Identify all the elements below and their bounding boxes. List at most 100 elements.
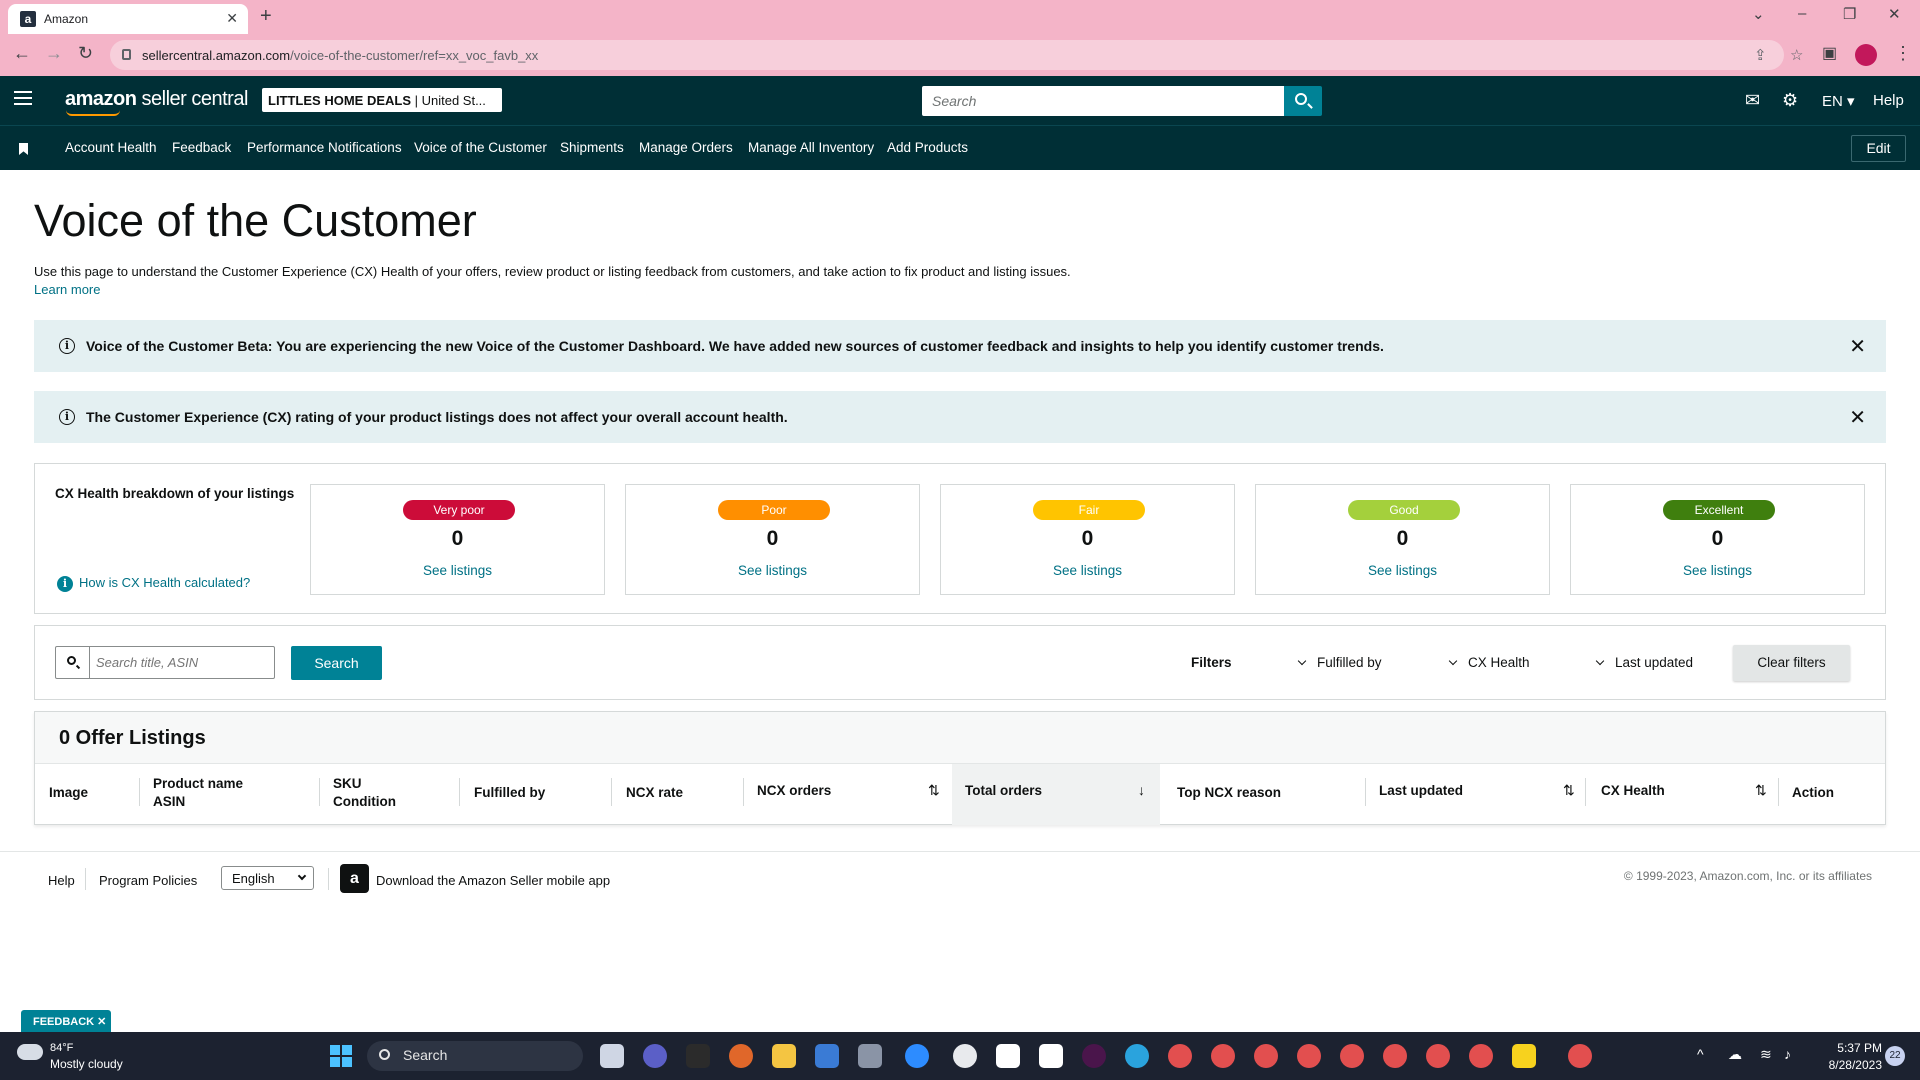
url-bar[interactable]: sellercentral.amazon.com/voice-of-the-cu… — [110, 40, 1803, 70]
footer-program-policies-link[interactable]: Program Policies — [99, 873, 197, 888]
col-total-orders[interactable]: Total orders — [965, 782, 1042, 800]
chrome-profile-icon[interactable] — [1297, 1044, 1321, 1068]
volume-icon[interactable]: ♪ — [1784, 1046, 1791, 1062]
app-icon[interactable] — [996, 1044, 1020, 1068]
new-tab-icon[interactable]: + — [260, 5, 272, 28]
url-text[interactable]: sellercentral.amazon.com/voice-of-the-cu… — [142, 48, 538, 63]
tray-chevron-up-icon[interactable]: ^ — [1697, 1046, 1704, 1062]
listing-search-input[interactable] — [96, 652, 266, 673]
nav-manage-orders[interactable]: Manage Orders — [639, 140, 733, 155]
cloud-icon[interactable] — [17, 1044, 43, 1060]
calendar-icon[interactable] — [815, 1044, 839, 1068]
sort-icon[interactable]: ⇅ — [1563, 782, 1575, 799]
col-cx-health[interactable]: CX Health — [1601, 782, 1665, 800]
chrome-profile-icon[interactable] — [1469, 1044, 1493, 1068]
see-listings-link[interactable]: See listings — [1256, 563, 1549, 578]
fulfilled-by-filter[interactable]: Fulfilled by — [1297, 655, 1382, 670]
sort-icon[interactable]: ⇅ — [928, 782, 940, 799]
feedback-tab[interactable]: FEEDBACK ✕ — [21, 1010, 111, 1032]
cx-health-filter[interactable]: CX Health — [1448, 655, 1530, 670]
bookmark-star-icon[interactable]: ☆ — [1790, 46, 1803, 64]
help-link[interactable]: Help — [1873, 92, 1904, 109]
weather-description[interactable]: Mostly cloudy — [50, 1057, 123, 1071]
taskbar-date[interactable]: 8/28/2023 — [1800, 1058, 1882, 1072]
browser-tab[interactable]: a Amazon ✕ — [8, 4, 248, 34]
header-search-button[interactable] — [1284, 86, 1322, 116]
telegram-icon[interactable] — [1125, 1044, 1149, 1068]
see-listings-link[interactable]: See listings — [626, 563, 919, 578]
col-ncx-orders[interactable]: NCX orders — [757, 782, 831, 800]
chrome-profile-icon[interactable] — [1383, 1044, 1407, 1068]
window-close-icon[interactable]: ✕ — [1888, 5, 1901, 23]
calculator-icon[interactable] — [858, 1044, 882, 1068]
profile-avatar-icon[interactable] — [1855, 44, 1877, 66]
header-search-input[interactable]: Search — [922, 86, 1284, 116]
close-icon[interactable]: ✕ — [1849, 405, 1866, 430]
chrome-profile-icon[interactable] — [1211, 1044, 1235, 1068]
col-sku[interactable]: SKU Condition — [333, 775, 396, 811]
onedrive-cloud-icon[interactable]: ☁ — [1728, 1046, 1742, 1063]
nav-voice-of-the-customer[interactable]: Voice of the Customer — [414, 140, 547, 155]
hamburger-menu-icon[interactable] — [14, 91, 32, 109]
slack-icon[interactable] — [1082, 1044, 1106, 1068]
nav-account-health[interactable]: Account Health — [65, 140, 157, 155]
nav-manage-all-inventory[interactable]: Manage All Inventory — [748, 140, 874, 155]
footer-help-link[interactable]: Help — [48, 873, 75, 888]
close-icon[interactable]: ✕ — [1849, 334, 1866, 359]
task-view-icon[interactable] — [600, 1044, 624, 1068]
app-icon[interactable] — [1039, 1044, 1063, 1068]
tab-close-icon[interactable]: ✕ — [226, 10, 238, 27]
bookmark-icon[interactable] — [19, 143, 28, 155]
see-listings-link[interactable]: See listings — [1571, 563, 1864, 578]
windows-start-icon[interactable] — [330, 1045, 352, 1067]
col-last-updated[interactable]: Last updated — [1379, 782, 1463, 800]
mail-icon[interactable]: ✉ — [1745, 90, 1760, 111]
chrome-profile-icon[interactable] — [1426, 1044, 1450, 1068]
chrome-profile-icon[interactable] — [1340, 1044, 1364, 1068]
chrome-profile-icon[interactable] — [1168, 1044, 1192, 1068]
sort-icon[interactable]: ⇅ — [1755, 782, 1767, 799]
last-updated-filter[interactable]: Last updated — [1595, 655, 1693, 670]
learn-more-link[interactable]: Learn more — [34, 282, 100, 297]
nav-performance-notifications[interactable]: Performance Notifications — [247, 140, 402, 155]
zoom-icon[interactable] — [905, 1044, 929, 1068]
chrome-icon[interactable] — [953, 1044, 977, 1068]
teams-icon[interactable] — [643, 1044, 667, 1068]
taskbar-search[interactable]: Search — [367, 1041, 583, 1071]
col-product-name[interactable]: Product name ASIN — [153, 775, 243, 811]
settings-gear-icon[interactable]: ⚙ — [1782, 90, 1798, 111]
file-explorer-icon[interactable] — [772, 1044, 796, 1068]
weather-temperature[interactable]: 84°F — [50, 1042, 73, 1054]
store-selector[interactable]: LITTLES HOME DEALS | United St... — [262, 88, 502, 112]
share-icon[interactable]: ⇪ — [1754, 46, 1767, 64]
chrome-profile-icon[interactable] — [1568, 1044, 1592, 1068]
chrome-profile-icon[interactable] — [1254, 1044, 1278, 1068]
edit-nav-button[interactable]: Edit — [1851, 135, 1906, 162]
amazon-seller-app-icon[interactable]: a — [340, 864, 369, 893]
app-icon[interactable] — [729, 1044, 753, 1068]
cx-health-help-link[interactable]: i How is CX Health calculated? — [57, 575, 250, 592]
taskbar-time[interactable]: 5:37 PM — [1822, 1041, 1882, 1055]
language-selector[interactable]: EN ▾ — [1822, 92, 1855, 110]
download-app-link[interactable]: Download the Amazon Seller mobile app — [376, 873, 610, 888]
nav-shipments[interactable]: Shipments — [560, 140, 624, 155]
search-button[interactable]: Search — [291, 646, 382, 680]
reload-icon[interactable]: ↻ — [78, 43, 93, 64]
sort-descending-icon[interactable]: ↓ — [1138, 782, 1145, 798]
nav-add-products[interactable]: Add Products — [887, 140, 968, 155]
forward-icon[interactable]: → — [45, 43, 63, 64]
lock-icon[interactable] — [122, 49, 131, 60]
sticky-notes-icon[interactable] — [1512, 1044, 1536, 1068]
restore-icon[interactable]: ❐ — [1843, 5, 1856, 23]
nzxt-app-icon[interactable] — [686, 1044, 710, 1068]
footer-language-select[interactable]: English — [221, 866, 314, 890]
nav-feedback[interactable]: Feedback — [172, 140, 231, 155]
clear-filters-button[interactable]: Clear filters — [1733, 645, 1850, 681]
minimize-icon[interactable]: – — [1798, 5, 1806, 22]
back-icon[interactable]: ← — [13, 43, 31, 64]
tab-search-chevron-icon[interactable]: ⌄ — [1752, 5, 1765, 23]
wifi-icon[interactable]: ≋ — [1760, 1046, 1772, 1063]
browser-menu-icon[interactable]: ⋮ — [1894, 43, 1912, 64]
seller-central-logo[interactable]: amazon seller central — [65, 88, 248, 111]
see-listings-link[interactable]: See listings — [311, 563, 604, 578]
